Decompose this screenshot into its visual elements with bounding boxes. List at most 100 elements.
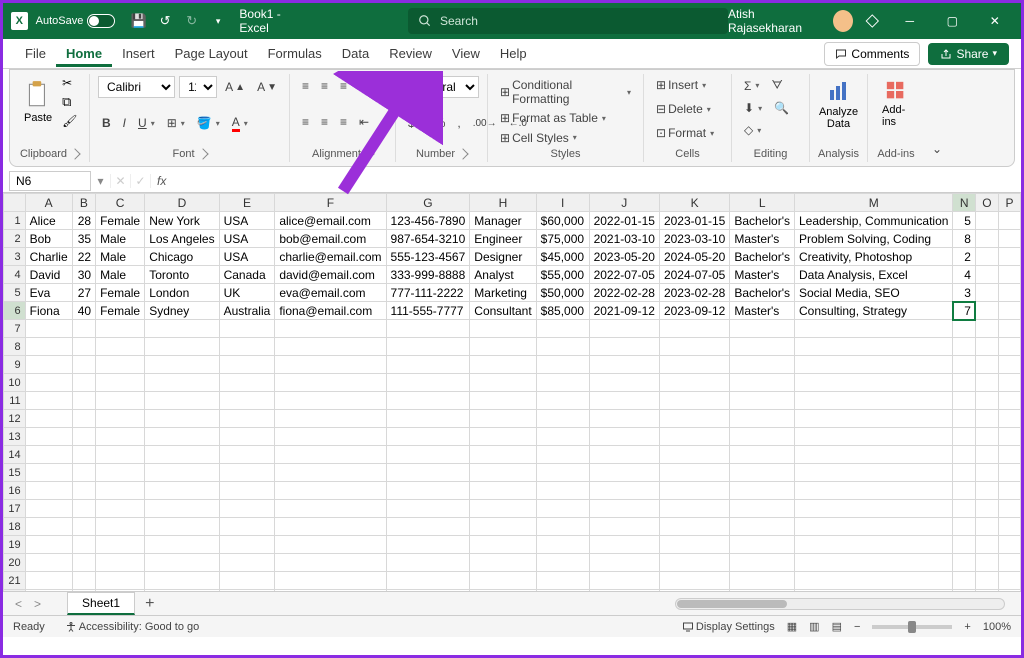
cell-H20[interactable] <box>470 554 536 572</box>
col-header-H[interactable]: H <box>470 194 536 212</box>
cell-E22[interactable] <box>219 590 275 592</box>
cell-G1[interactable]: 123-456-7890 <box>386 212 470 230</box>
cell-A7[interactable] <box>25 320 72 338</box>
cell-E15[interactable] <box>219 464 275 482</box>
cell-G11[interactable] <box>386 392 470 410</box>
cell-C10[interactable] <box>96 374 145 392</box>
cell-K5[interactable]: 2023-02-28 <box>659 284 729 302</box>
cell-M20[interactable] <box>795 554 953 572</box>
cell-D9[interactable] <box>145 356 219 374</box>
cell-D5[interactable]: London <box>145 284 219 302</box>
row-header-19[interactable]: 19 <box>4 536 26 554</box>
cell-M21[interactable] <box>795 572 953 590</box>
cell-P14[interactable] <box>998 446 1020 464</box>
cell-D19[interactable] <box>145 536 219 554</box>
cell-O12[interactable] <box>975 410 998 428</box>
cell-C19[interactable] <box>96 536 145 554</box>
col-header-C[interactable]: C <box>96 194 145 212</box>
cell-G14[interactable] <box>386 446 470 464</box>
cell-N13[interactable] <box>953 428 976 446</box>
cell-J14[interactable] <box>589 446 659 464</box>
cell-O19[interactable] <box>975 536 998 554</box>
cell-E21[interactable] <box>219 572 275 590</box>
cell-A16[interactable] <box>25 482 72 500</box>
fill-icon[interactable]: ⬇▾ <box>740 99 766 117</box>
cell-F2[interactable]: bob@email.com <box>275 230 386 248</box>
cell-A6[interactable]: Fiona <box>25 302 72 320</box>
cell-P16[interactable] <box>998 482 1020 500</box>
comments-button[interactable]: Comments <box>824 42 920 66</box>
cell-N20[interactable] <box>953 554 976 572</box>
cell-N10[interactable] <box>953 374 976 392</box>
cell-A12[interactable] <box>25 410 72 428</box>
cell-L10[interactable] <box>730 374 795 392</box>
cell-L6[interactable]: Master's <box>730 302 795 320</box>
cell-P6[interactable] <box>998 302 1020 320</box>
minimize-button[interactable]: ─ <box>892 6 928 36</box>
cell-J11[interactable] <box>589 392 659 410</box>
cell-G8[interactable] <box>386 338 470 356</box>
cell-A17[interactable] <box>25 500 72 518</box>
cell-L3[interactable]: Bachelor's <box>730 248 795 266</box>
cell-M12[interactable] <box>795 410 953 428</box>
cell-G20[interactable] <box>386 554 470 572</box>
cell-G15[interactable] <box>386 464 470 482</box>
col-header-L[interactable]: L <box>730 194 795 212</box>
cell-O9[interactable] <box>975 356 998 374</box>
copy-icon[interactable]: ⧉ <box>62 94 77 110</box>
decrease-font-icon[interactable]: A▼ <box>253 78 281 96</box>
cell-M10[interactable] <box>795 374 953 392</box>
cell-P17[interactable] <box>998 500 1020 518</box>
cell-O5[interactable] <box>975 284 998 302</box>
cell-M18[interactable] <box>795 518 953 536</box>
sort-filter-icon[interactable]: ᗊ <box>767 76 786 95</box>
zoom-out-button[interactable]: − <box>848 621 866 633</box>
align-middle-icon[interactable]: ≡ <box>317 77 332 95</box>
cell-C22[interactable] <box>96 590 145 592</box>
cell-O8[interactable] <box>975 338 998 356</box>
cell-B22[interactable] <box>72 590 95 592</box>
cell-K4[interactable]: 2024-07-05 <box>659 266 729 284</box>
cell-N9[interactable] <box>953 356 976 374</box>
cell-P20[interactable] <box>998 554 1020 572</box>
bold-button[interactable]: B <box>98 114 115 132</box>
cell-O14[interactable] <box>975 446 998 464</box>
cell-O7[interactable] <box>975 320 998 338</box>
cell-A1[interactable]: Alice <box>25 212 72 230</box>
cell-N14[interactable] <box>953 446 976 464</box>
cell-G18[interactable] <box>386 518 470 536</box>
cell-K2[interactable]: 2023-03-10 <box>659 230 729 248</box>
orientation-icon[interactable]: ⤢▾ <box>355 76 381 95</box>
cell-O13[interactable] <box>975 428 998 446</box>
tab-file[interactable]: File <box>15 40 56 67</box>
row-header-11[interactable]: 11 <box>4 392 26 410</box>
font-name-select[interactable]: Calibri <box>98 76 175 98</box>
cell-C15[interactable] <box>96 464 145 482</box>
cell-G3[interactable]: 555-123-4567 <box>386 248 470 266</box>
find-select-icon[interactable]: 🔍 <box>770 99 793 117</box>
cell-B3[interactable]: 22 <box>72 248 95 266</box>
cell-F6[interactable]: fiona@email.com <box>275 302 386 320</box>
percent-icon[interactable]: % <box>431 114 450 132</box>
cell-A10[interactable] <box>25 374 72 392</box>
cell-O17[interactable] <box>975 500 998 518</box>
row-header-8[interactable]: 8 <box>4 338 26 356</box>
namebox-dropdown-icon[interactable]: ▾ <box>91 174 111 188</box>
zoom-slider[interactable] <box>872 625 952 629</box>
cell-G7[interactable] <box>386 320 470 338</box>
cell-I16[interactable] <box>536 482 589 500</box>
cell-M13[interactable] <box>795 428 953 446</box>
cell-C8[interactable] <box>96 338 145 356</box>
cell-G9[interactable] <box>386 356 470 374</box>
cell-N21[interactable] <box>953 572 976 590</box>
cell-A18[interactable] <box>25 518 72 536</box>
cell-I15[interactable] <box>536 464 589 482</box>
cell-N3[interactable]: 2 <box>953 248 976 266</box>
autosum-icon[interactable]: Σ▾ <box>740 77 763 95</box>
cell-L14[interactable] <box>730 446 795 464</box>
formula-input[interactable] <box>172 172 1021 190</box>
cell-J13[interactable] <box>589 428 659 446</box>
cell-P10[interactable] <box>998 374 1020 392</box>
cell-C18[interactable] <box>96 518 145 536</box>
cell-H3[interactable]: Designer <box>470 248 536 266</box>
